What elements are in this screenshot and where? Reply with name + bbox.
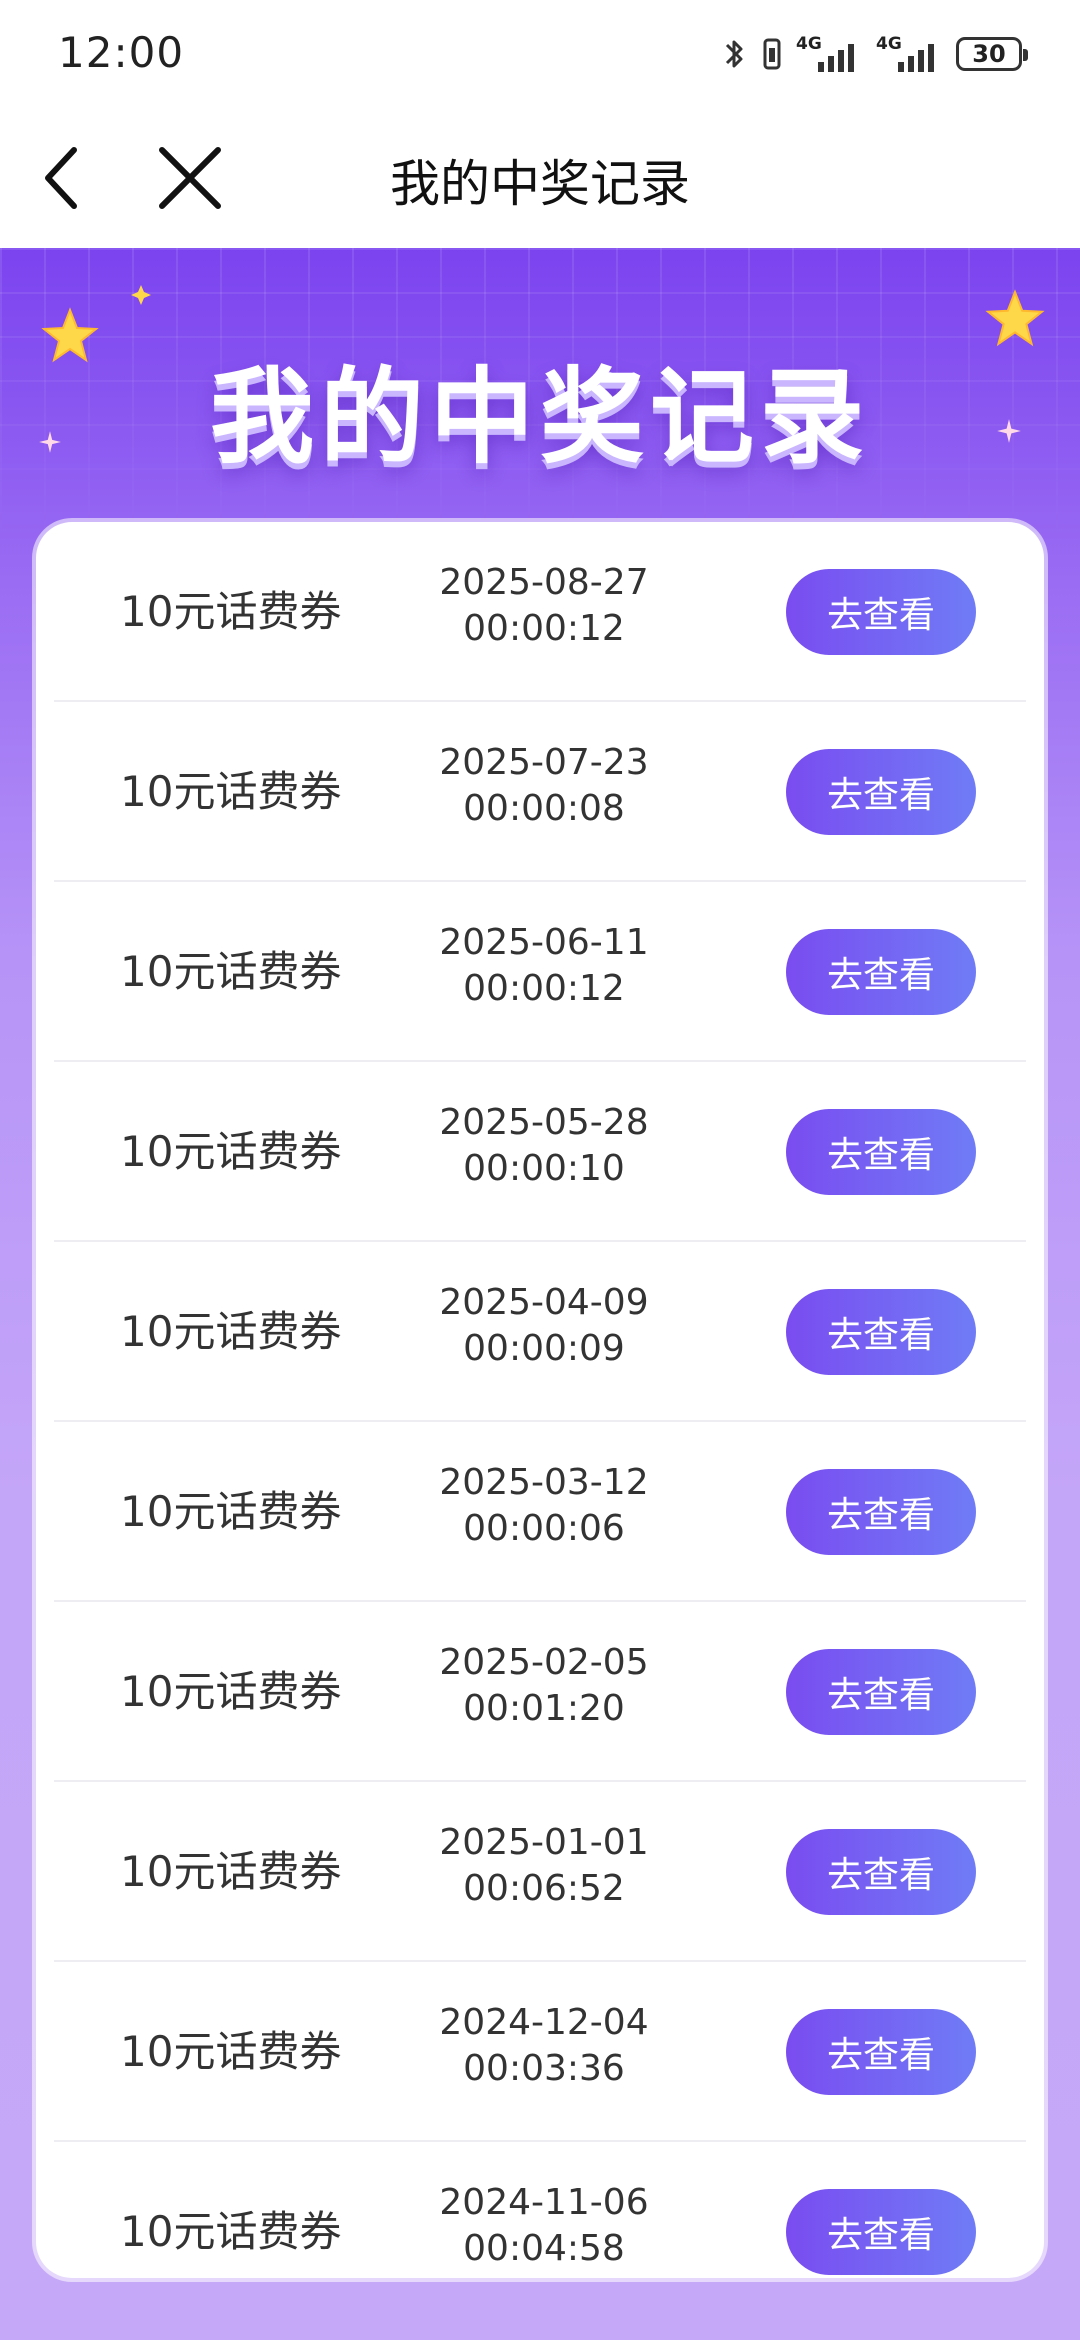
prize-time: 00:00:10 [463, 1148, 625, 1189]
prize-date: 2025-06-11 [439, 922, 649, 963]
prize-name: 10元话费券 [120, 767, 342, 816]
prize-name: 10元话费券 [120, 1127, 342, 1176]
view-button[interactable]: 去查看 [786, 1469, 976, 1555]
view-button[interactable]: 去查看 [786, 749, 976, 835]
prize-date: 2025-01-01 [439, 1822, 649, 1863]
view-button[interactable]: 去查看 [786, 929, 976, 1015]
record-row: 10元话费券 2025-02-05 00:01:20 去查看 [54, 1602, 1026, 1782]
prize-name: 10元话费券 [120, 1487, 342, 1536]
prize-datetime: 2025-04-09 00:00:09 [404, 1280, 684, 1372]
prize-name: 10元话费券 [120, 2207, 342, 2256]
prize-time: 00:00:08 [463, 788, 625, 829]
bluetooth-icon [725, 40, 743, 68]
signal-icon: 4G [796, 34, 862, 74]
view-button[interactable]: 去查看 [786, 2189, 976, 2275]
prize-name: 10元话费券 [120, 587, 342, 636]
prize-datetime: 2025-02-05 00:01:20 [404, 1640, 684, 1732]
prize-datetime: 2025-07-23 00:00:08 [404, 740, 684, 832]
record-row: 10元话费券 2025-07-23 00:00:08 去查看 [54, 702, 1026, 882]
prize-date: 2025-02-05 [439, 1642, 649, 1683]
record-row: 10元话费券 2025-06-11 00:00:12 去查看 [54, 882, 1026, 1062]
signal-icon-2: 4G [876, 34, 942, 74]
view-button[interactable]: 去查看 [786, 2009, 976, 2095]
hero-title: 我的中奖记录 [209, 356, 870, 478]
record-list: 10元话费券 2025-08-27 00:00:12 去查看 10元话费券 20… [36, 522, 1044, 2278]
prize-name: 10元话费券 [120, 947, 342, 996]
view-button[interactable]: 去查看 [786, 1109, 976, 1195]
prize-datetime: 2024-12-04 00:03:36 [404, 2000, 684, 2092]
prize-date: 2025-03-12 [439, 1462, 649, 1503]
prize-time: 00:03:36 [463, 2048, 625, 2089]
prize-date: 2024-11-06 [439, 2182, 649, 2223]
prize-time: 00:04:58 [463, 2228, 625, 2269]
prize-datetime: 2025-06-11 00:00:12 [404, 920, 684, 1012]
prize-date: 2025-07-23 [439, 742, 649, 783]
prize-date: 2025-05-28 [439, 1102, 649, 1143]
record-row: 10元话费券 2025-08-27 00:00:12 去查看 [54, 522, 1026, 702]
prize-time: 00:06:52 [463, 1868, 625, 1909]
prize-name: 10元话费券 [120, 2027, 342, 2076]
record-row: 10元话费券 2025-03-12 00:00:06 去查看 [54, 1422, 1026, 1602]
battery-level: 30 [972, 40, 1006, 68]
view-button[interactable]: 去查看 [786, 1829, 976, 1915]
record-row: 10元话费券 2024-12-04 00:03:36 去查看 [54, 1962, 1026, 2142]
view-button[interactable]: 去查看 [786, 1289, 976, 1375]
record-row: 10元话费券 2024-11-06 00:04:58 去查看 [54, 2142, 1026, 2278]
prize-name: 10元话费券 [120, 1307, 342, 1356]
prize-time: 00:00:06 [463, 1508, 625, 1549]
main-content: 我的中奖记录 10元话费券 2025-08-27 00:00:12 去查看 10… [0, 248, 1080, 2340]
prize-datetime: 2025-05-28 00:00:10 [404, 1100, 684, 1192]
prize-time: 00:00:12 [463, 608, 625, 649]
prize-time: 00:00:12 [463, 968, 625, 1009]
record-row: 10元话费券 2025-05-28 00:00:10 去查看 [54, 1062, 1026, 1242]
prize-name: 10元话费券 [120, 1847, 342, 1896]
status-time: 12:00 [58, 28, 185, 77]
prize-datetime: 2025-01-01 00:06:52 [404, 1820, 684, 1912]
prize-date: 2025-04-09 [439, 1282, 649, 1323]
view-button[interactable]: 去查看 [786, 1649, 976, 1735]
view-button[interactable]: 去查看 [786, 569, 976, 655]
prize-date: 2025-08-27 [439, 562, 649, 603]
status-icons: 4G 4G 30 [722, 34, 1028, 74]
status-bar: 12:00 4G 4G 30 [0, 0, 1080, 108]
prize-time: 00:00:09 [463, 1328, 625, 1369]
nav-bar: 我的中奖记录 [0, 108, 1080, 248]
record-row: 10元话费券 2025-01-01 00:06:52 去查看 [54, 1782, 1026, 1962]
prize-datetime: 2025-08-27 00:00:12 [404, 560, 684, 652]
prize-datetime: 2024-11-06 00:04:58 [404, 2180, 684, 2272]
record-row: 10元话费券 2025-04-09 00:00:09 去查看 [54, 1242, 1026, 1422]
prize-time: 00:01:20 [463, 1688, 625, 1729]
prize-date: 2024-12-04 [439, 2002, 649, 2043]
vibrate-icon [763, 38, 781, 70]
prize-datetime: 2025-03-12 00:00:06 [404, 1460, 684, 1552]
battery-icon: 30 [956, 37, 1028, 71]
prize-name: 10元话费券 [120, 1667, 342, 1716]
star-icon-small [131, 285, 151, 305]
page-title: 我的中奖记录 [390, 155, 690, 213]
